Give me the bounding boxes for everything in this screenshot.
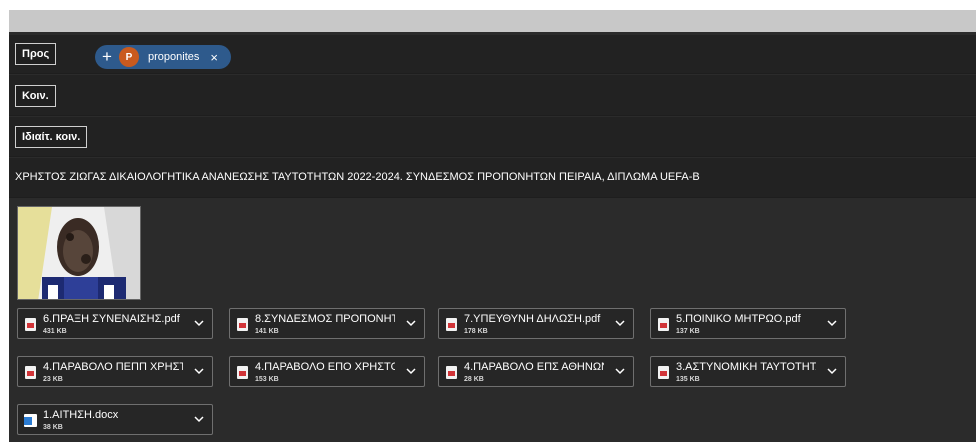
attachment-size: 38 KB <box>43 424 63 431</box>
word-doc-icon <box>24 414 37 427</box>
attachment-name: 7.ΥΠΕΥΘΥΝΗ ΔΗΛΩΣΗ.pdf <box>464 313 601 325</box>
chevron-down-icon[interactable] <box>827 367 837 375</box>
attachment-item[interactable]: 1.ΑΙΤΗΣΗ.docx 38 KB <box>17 404 213 435</box>
attachment-size: 141 KB <box>255 328 279 335</box>
attachment-name: 5.ΠΟΙΝΙΚΟ ΜΗΤΡΩΟ.pdf <box>676 313 801 325</box>
chevron-down-icon[interactable] <box>406 319 416 327</box>
subject-field[interactable]: ΧΡΗΣΤΟΣ ΖΙΩΓΑΣ ΔΙΚΑΙΟΛΟΓΗΤΙΚΑ ΑΝΑΝΕΩΣΗΣ … <box>15 171 700 183</box>
attachment-name: 3.ΑΣΤΥΝΟΜΙΚΗ ΤΑΥΤΟΤΗΤΑ.... <box>676 361 816 373</box>
attachment-item[interactable]: 6.ΠΡΑΞΗ ΣΥΝΕΝΑΙΣΗΣ.pdf 431 KB <box>17 308 213 339</box>
attachment-size: 137 KB <box>676 328 700 335</box>
pdf-icon <box>25 318 36 331</box>
attachment-name: 8.ΣΥΝΔΕΣΜΟΣ ΠΡΟΠΟΝΗΤΩ... <box>255 313 395 325</box>
compose-panel: Προς + P proponites × Κοιν. Ιδιαίτ. κοιν… <box>9 32 976 442</box>
inline-image[interactable] <box>17 206 141 300</box>
attachment-name: 1.ΑΙΤΗΣΗ.docx <box>43 409 119 421</box>
pdf-icon <box>446 366 457 379</box>
attachment-size: 153 KB <box>255 376 279 383</box>
chevron-down-icon[interactable] <box>194 367 204 375</box>
attachment-item[interactable]: 7.ΥΠΕΥΘΥΝΗ ΔΗΛΩΣΗ.pdf 178 KB <box>438 308 634 339</box>
attachment-size: 28 KB <box>464 376 484 383</box>
cc-button[interactable]: Κοιν. <box>15 85 56 107</box>
pdf-icon <box>25 366 36 379</box>
attachment-name: 4.ΠΑΡΑΒΟΛΟ ΠΕΠΠ ΧΡΗΣΤΟ... <box>43 361 183 373</box>
pdf-icon <box>446 318 457 331</box>
remove-recipient-icon[interactable]: × <box>210 50 218 65</box>
attachment-item[interactable]: 4.ΠΑΡΑΒΟΛΟ ΕΠΣ ΑΘΗΝΩΝ ... 28 KB <box>438 356 634 387</box>
bcc-button[interactable]: Ιδιαίτ. κοιν. <box>15 126 88 148</box>
recipient-name: proponites <box>148 51 200 63</box>
attachment-size: 23 KB <box>43 376 63 383</box>
chevron-down-icon[interactable] <box>194 415 204 423</box>
chevron-down-icon[interactable] <box>194 319 204 327</box>
attachment-item[interactable]: 5.ΠΟΙΝΙΚΟ ΜΗΤΡΩΟ.pdf 137 KB <box>650 308 846 339</box>
avatar: P <box>119 47 139 67</box>
attachment-item[interactable]: 4.ΠΑΡΑΒΟΛΟ ΠΕΠΠ ΧΡΗΣΤΟ... 23 KB <box>17 356 213 387</box>
pdf-icon <box>658 366 669 379</box>
chevron-down-icon[interactable] <box>406 367 416 375</box>
attachment-item[interactable]: 4.ΠΑΡΑΒΟΛΟ ΕΠΟ ΧΡΗΣΤΟΣ ... 153 KB <box>229 356 425 387</box>
attachment-size: 135 KB <box>676 376 700 383</box>
add-recipient-icon[interactable]: + <box>102 46 114 68</box>
photo-thumbnail <box>18 207 140 299</box>
chevron-down-icon[interactable] <box>827 319 837 327</box>
attachment-name: 6.ΠΡΑΞΗ ΣΥΝΕΝΑΙΣΗΣ.pdf <box>43 313 180 325</box>
recipient-chip[interactable]: + P proponites × <box>95 45 231 69</box>
bcc-row: Ιδιαίτ. κοιν. <box>9 117 976 157</box>
email-compose-window: Προς + P proponites × Κοιν. Ιδιαίτ. κοιν… <box>0 0 976 442</box>
attachment-name: 4.ΠΑΡΑΒΟΛΟ ΕΠΟ ΧΡΗΣΤΟΣ ... <box>255 361 395 373</box>
attachment-item[interactable]: 8.ΣΥΝΔΕΣΜΟΣ ΠΡΟΠΟΝΗΤΩ... 141 KB <box>229 308 425 339</box>
attachment-size: 178 KB <box>464 328 488 335</box>
subject-row[interactable]: ΧΡΗΣΤΟΣ ΖΙΩΓΑΣ ΔΙΚΑΙΟΛΟΓΗΤΙΚΑ ΑΝΑΝΕΩΣΗΣ … <box>9 158 976 198</box>
chevron-down-icon[interactable] <box>615 367 625 375</box>
cc-row: Κοιν. <box>9 75 976 116</box>
chevron-down-icon[interactable] <box>615 319 625 327</box>
attachment-item[interactable]: 3.ΑΣΤΥΝΟΜΙΚΗ ΤΑΥΤΟΤΗΤΑ.... 135 KB <box>650 356 846 387</box>
pdf-icon <box>237 366 248 379</box>
attachment-name: 4.ΠΑΡΑΒΟΛΟ ΕΠΣ ΑΘΗΝΩΝ ... <box>464 361 604 373</box>
attachment-size: 431 KB <box>43 328 67 335</box>
title-bar <box>9 10 976 32</box>
to-row: Προς + P proponites × <box>9 35 976 74</box>
pdf-icon <box>658 318 669 331</box>
pdf-icon <box>237 318 248 331</box>
to-button[interactable]: Προς <box>15 43 57 65</box>
